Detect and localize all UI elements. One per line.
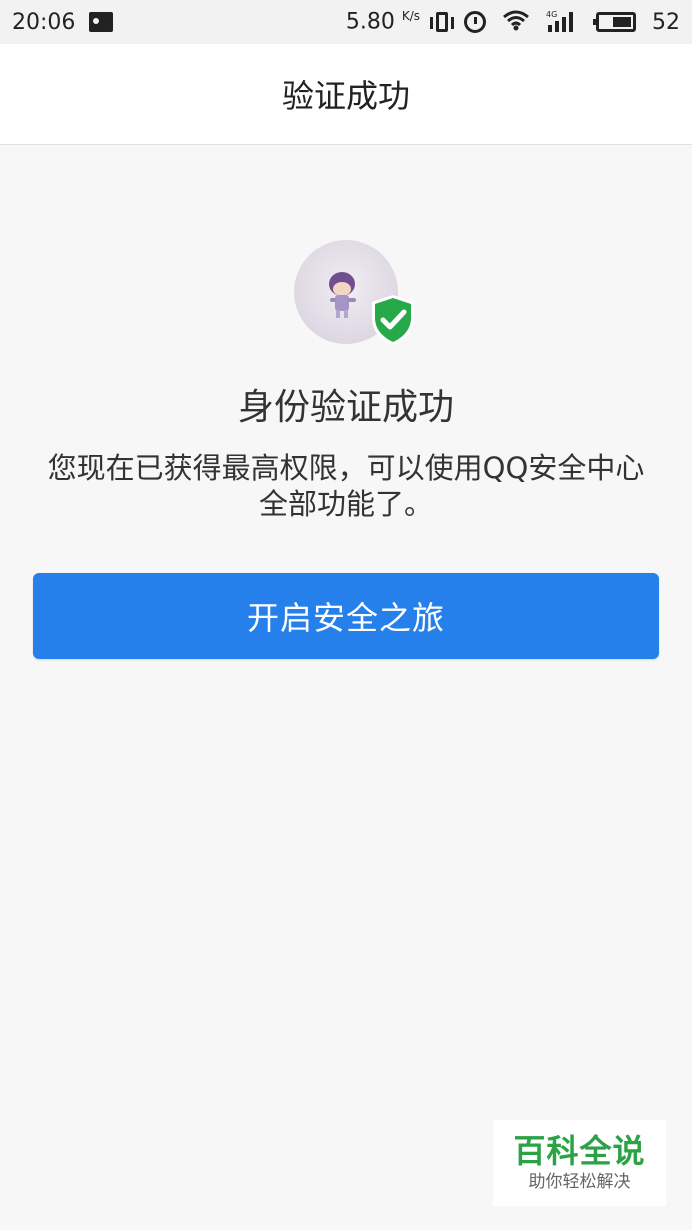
start-security-journey-button[interactable]: 开启安全之旅 [33, 573, 659, 659]
network-type-label: 4G [546, 10, 557, 19]
battery-level: 52 [652, 9, 680, 35]
watermark-title: 百科全说 [513, 1132, 646, 1170]
network-speed: 5.80 K/s [346, 9, 420, 34]
watermark-subtitle: 助你轻松解决 [528, 1172, 631, 1192]
page-title: 验证成功 [281, 77, 410, 115]
battery-icon [593, 12, 636, 32]
success-headline: 身份验证成功 [237, 387, 454, 428]
avatar-container [294, 240, 424, 350]
success-description: 您现在已获得最高权限，可以使用QQ安全中心 全部功能了。 [28, 450, 664, 522]
battery-fill [613, 17, 631, 27]
watermark: 百科全说 助你轻松解决 [493, 1120, 666, 1206]
wifi-icon [502, 9, 530, 36]
signal-icon: 4G [546, 10, 580, 33]
status-bar: 20:06 5.80 K/s 4G 52 [0, 0, 692, 44]
network-speed-unit: K/s [401, 9, 420, 24]
status-bar-right: 5.80 K/s 4G 52 [346, 9, 680, 36]
description-line-2: 全部功能了。 [258, 487, 433, 521]
description-line-1: 您现在已获得最高权限，可以使用QQ安全中心 [47, 451, 645, 485]
alarm-icon [464, 11, 486, 33]
status-time: 20:06 [12, 9, 76, 35]
status-bar-left: 20:06 [12, 9, 114, 35]
verified-shield-icon [372, 295, 414, 345]
image-notification-icon [89, 12, 114, 32]
title-bar: 验证成功 [0, 44, 692, 145]
network-speed-value: 5.80 [345, 9, 395, 35]
vibrate-icon [430, 12, 454, 32]
